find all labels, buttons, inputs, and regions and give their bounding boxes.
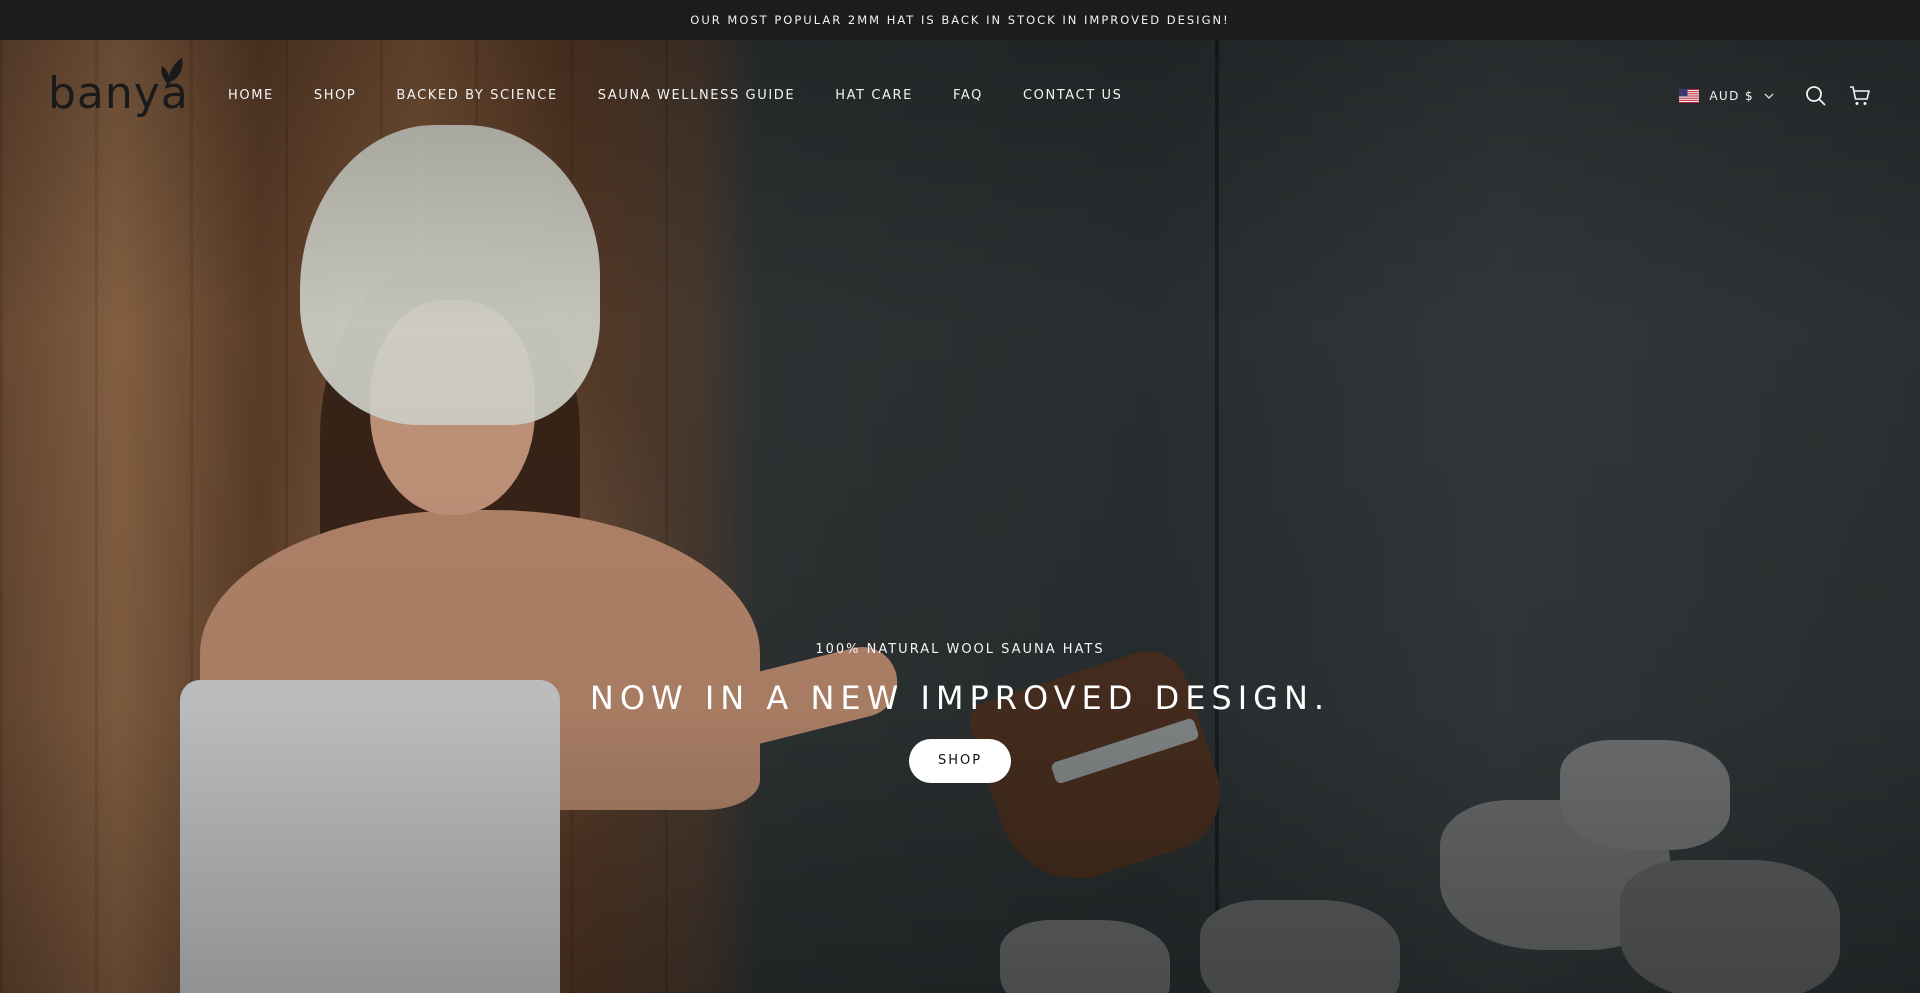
nav-faq[interactable]: FAQ bbox=[953, 88, 983, 103]
nav-contact-us[interactable]: CONTACT US bbox=[1023, 88, 1123, 103]
banya-logo[interactable]: banya bbox=[48, 58, 193, 126]
nav-hat-care[interactable]: HAT CARE bbox=[835, 88, 913, 103]
announcement-text: OUR MOST POPULAR 2MM HAT IS BACK IN STOC… bbox=[690, 13, 1230, 27]
currency-selector[interactable]: AUD $ bbox=[1679, 89, 1774, 103]
us-flag-icon bbox=[1679, 89, 1700, 103]
search-icon[interactable] bbox=[1804, 84, 1828, 108]
leaf-icon bbox=[161, 58, 183, 88]
nav-sauna-wellness-guide[interactable]: SAUNA WELLNESS GUIDE bbox=[598, 88, 795, 103]
chevron-down-icon bbox=[1764, 93, 1774, 99]
site-header: banya HOME SHOP BACKED BY SCIENCE SAUNA … bbox=[0, 40, 1920, 155]
cart-icon[interactable] bbox=[1848, 84, 1872, 108]
nav-home[interactable]: HOME bbox=[228, 88, 274, 103]
announcement-bar: OUR MOST POPULAR 2MM HAT IS BACK IN STOC… bbox=[0, 0, 1920, 40]
hero-content: 100% NATURAL WOOL SAUNA HATS NOW IN A NE… bbox=[0, 640, 1920, 783]
header-tools: AUD $ bbox=[1679, 84, 1872, 108]
nav-backed-by-science[interactable]: BACKED BY SCIENCE bbox=[396, 88, 557, 103]
main-nav: HOME SHOP BACKED BY SCIENCE SAUNA WELLNE… bbox=[228, 88, 1163, 103]
hero-banner: banya HOME SHOP BACKED BY SCIENCE SAUNA … bbox=[0, 40, 1920, 993]
currency-label: AUD $ bbox=[1709, 89, 1754, 103]
nav-shop[interactable]: SHOP bbox=[314, 88, 357, 103]
hero-headline: NOW IN A NEW IMPROVED DESIGN. bbox=[589, 679, 1331, 717]
shop-button[interactable]: SHOP bbox=[909, 739, 1011, 783]
hero-overlay bbox=[0, 40, 1920, 993]
hero-eyebrow: 100% NATURAL WOOL SAUNA HATS bbox=[815, 642, 1105, 657]
